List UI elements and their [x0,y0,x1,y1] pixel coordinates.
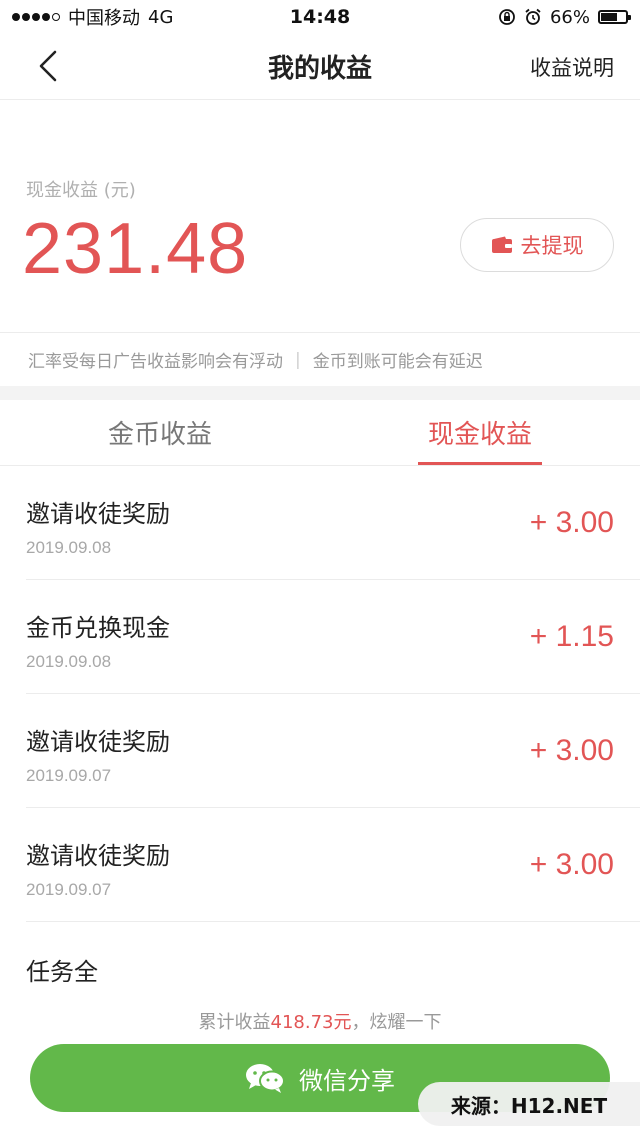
record-date: 2019.09.07 [26,880,112,899]
record-amount: + 1.15 [529,620,614,653]
rotation-lock-icon [499,9,515,25]
share-label: 微信分享 [299,1066,395,1095]
list-item[interactable]: 邀请收徒奖励 2019.09.07 + 3.00 [26,808,640,922]
record-amount: + 3.00 [529,734,614,767]
back-button[interactable] [28,46,68,86]
cash-earnings-label: 现金收益 (元) [26,180,136,201]
record-title: 任务全 [26,958,98,986]
page-title: 我的收益 [267,54,372,84]
carrier-name: 中国移动 [68,8,140,29]
wechat-icon [246,1064,285,1093]
notice-left: 汇率受每日广告收益影响会有浮动 [28,352,283,372]
earnings-tabs: 金币收益 现金收益 [0,400,640,466]
network-type: 4G [148,6,174,28]
record-title: 金币兑换现金 [26,614,170,642]
battery-icon [598,10,631,24]
total-earnings-line: 累计收益418.73元，炫耀一下 [0,1008,640,1034]
record-title: 邀请收徒奖励 [26,500,170,528]
tab-cash-earnings[interactable]: 现金收益 [320,400,640,465]
total-suffix: ，炫耀一下 [351,1012,442,1033]
list-item[interactable]: 邀请收徒奖励 2019.09.07 + 3.00 [26,694,640,808]
notice-separator: | [295,349,301,370]
source-watermark: 来源：H12.NET [418,1082,640,1126]
earnings-summary: 现金收益 (元) 231.48 去提现 [0,100,640,332]
battery-fill [601,13,617,21]
cash-earnings-amount: 231.48 [22,209,249,289]
record-title: 邀请收徒奖励 [26,728,170,756]
exchange-rate-notice: 汇率受每日广告收益影响会有浮动 | 金币到账可能会有延迟 [0,332,640,386]
wallet-icon [491,236,512,253]
record-title: 邀请收徒奖励 [26,842,170,870]
list-item[interactable]: 邀请收徒奖励 2019.09.08 + 3.00 [26,466,640,580]
signal-strength-icon [12,13,60,21]
status-left: 中国移动 4G [12,4,173,30]
total-earnings-amount: 418.73元 [270,1012,352,1033]
list-item[interactable]: 金币兑换现金 2019.09.08 + 1.15 [26,580,640,694]
total-prefix: 累计收益 [198,1012,271,1033]
earnings-info-link[interactable]: 收益说明 [530,52,614,82]
record-date: 2019.09.08 [26,538,112,557]
list-item[interactable]: 任务全 [26,922,640,986]
alarm-icon [525,8,541,25]
chevron-left-icon [39,50,57,82]
section-divider [0,386,640,400]
nav-bar: 我的收益 收益说明 [0,34,640,100]
record-amount: + 3.00 [529,506,614,539]
notice-right: 金币到账可能会有延迟 [312,352,483,372]
record-date: 2019.09.07 [26,766,112,785]
tab-coin-earnings[interactable]: 金币收益 [0,400,320,465]
battery-percent: 66% [549,6,590,28]
record-date: 2019.09.08 [26,652,112,671]
status-bar: 中国移动 4G 14:48 66% [0,0,640,34]
earnings-record-list[interactable]: 邀请收徒奖励 2019.09.08 + 3.00 金币兑换现金 2019.09.… [0,466,640,986]
status-right: 66% [498,6,631,28]
withdraw-label: 去提现 [520,234,584,258]
withdraw-button[interactable]: 去提现 [460,218,614,272]
record-amount: + 3.00 [529,848,614,881]
